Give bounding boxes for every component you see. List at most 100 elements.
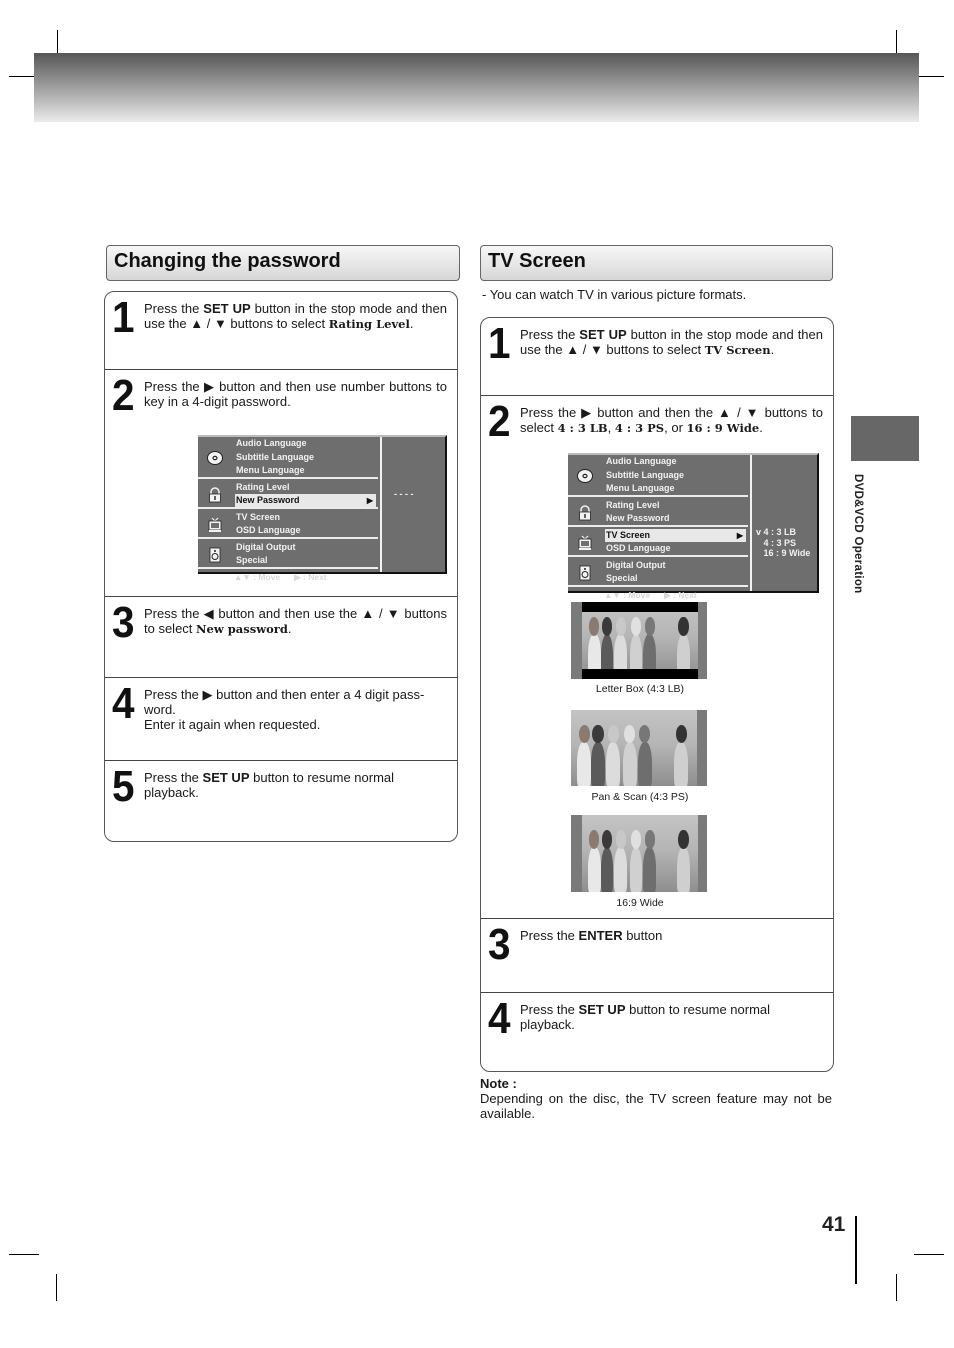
intro-text: - You can watch TV in various picture fo… <box>482 287 747 302</box>
osd-option[interactable]: 4 : 3 PS <box>756 538 797 549</box>
osd-menu-item-label: Rating Level <box>236 481 290 492</box>
osd-menu-item[interactable]: OSD Language <box>235 524 376 537</box>
osd-menu-item-label: OSD Language <box>236 525 301 535</box>
step-4: 4 Press the SET UP button to resume norm… <box>481 992 833 1071</box>
osd-menu-item[interactable]: Subtitle Language <box>605 469 746 482</box>
photo-figure-head <box>678 830 689 849</box>
picture-caption: Pan & Scan (4:3 PS) <box>591 791 689 803</box>
photo-figure-head <box>615 617 627 636</box>
osd-menu-item[interactable]: Menu Language <box>235 464 376 477</box>
crop-mark <box>896 1274 897 1301</box>
osd-group: Audio Language Subtitle Language Menu Lang… <box>568 455 748 497</box>
osd-menu-item[interactable]: New Password ▶ <box>235 494 376 507</box>
password-value: - - - - <box>394 489 414 499</box>
side-tab <box>851 416 919 461</box>
step-text: Press the ▶ button and then use number b… <box>144 379 447 409</box>
photo-figure <box>637 741 652 786</box>
note: Note : Depending on the disc, the TV scr… <box>480 1076 832 1121</box>
osd-menu-item[interactable]: TV Screen <box>235 511 376 524</box>
step-number: 5 <box>111 762 135 811</box>
step-4: 4 Press the ▶ button and then enter a 4 … <box>105 677 457 760</box>
osd-option[interactable]: 16 : 9 Wide <box>756 548 811 559</box>
osd-menu-item[interactable]: Rating Level <box>235 481 376 494</box>
step-number: 2 <box>487 397 511 446</box>
osd-value-panel: v 4 : 3 LB 4 : 3 PS 16 : 9 Wide <box>750 455 817 591</box>
osd-option[interactable]: v 4 : 3 LB <box>756 527 796 538</box>
picture-caption: Letter Box (4:3 LB) <box>595 683 685 695</box>
crop-mark <box>56 1274 57 1301</box>
note-text: Depending on the disc, the TV screen fea… <box>480 1091 832 1121</box>
osd-menu-item[interactable]: Audio Language <box>605 455 746 468</box>
note-label: Note : <box>480 1076 517 1091</box>
osd-footer-move: ▲▼ : Move <box>604 589 651 600</box>
step-number: 1 <box>487 319 511 368</box>
photo-scene <box>571 710 697 786</box>
osd-menu-item-label: Rating Level <box>606 499 660 510</box>
photo-figure <box>587 847 601 892</box>
osd-footer-next: ▶ : Next <box>664 589 697 600</box>
photo-figure <box>622 741 637 786</box>
osd-menu-list: Audio Language Subtitle Language Menu Lang… <box>198 437 378 582</box>
crop-mark <box>914 1254 944 1255</box>
osd-menu-item-label: Menu Language <box>606 483 675 493</box>
arrow-right-icon: ▶ <box>366 496 373 505</box>
photo-figure <box>577 741 592 786</box>
photo-figure <box>606 741 621 786</box>
osd-footer-next: ▶ : Next <box>294 571 327 582</box>
osd-menu-item-label: New Password <box>606 513 670 523</box>
osd-menu-item[interactable]: Special <box>605 572 746 585</box>
picture-letterbox <box>571 602 707 679</box>
osd-menu-list: Audio Language Subtitle Language Menu Lang… <box>568 455 748 600</box>
osd-menu-item-label: Special <box>236 555 268 565</box>
osd-menu-item-label: New Password <box>236 495 300 505</box>
osd-menu-item[interactable]: Rating Level <box>605 499 746 512</box>
osd-group: TV Screen ▶ OSD Language <box>568 528 748 557</box>
crop-mark <box>9 1254 39 1255</box>
step-1: 1 Press the SET UP button in the stop mo… <box>481 318 833 395</box>
osd-menu-item-label: Digital Output <box>236 541 296 552</box>
osd-menu-item[interactable]: Digital Output <box>235 541 376 554</box>
photo-figure-head <box>639 725 651 744</box>
osd-menu-item[interactable]: Special <box>235 554 376 567</box>
osd-menu-item[interactable]: Menu Language <box>605 482 746 495</box>
osd-menu-item[interactable]: New Password <box>605 512 746 525</box>
osd-group: Rating Level New Password <box>568 499 748 527</box>
photo-scene <box>582 602 698 679</box>
tv-icon <box>576 535 594 551</box>
osd-menu-item[interactable]: Audio Language <box>235 437 376 450</box>
photo-figure-head <box>601 617 613 636</box>
disc-icon <box>206 450 224 466</box>
step-number: 4 <box>487 994 511 1043</box>
photo-figure-head <box>644 617 656 636</box>
osd-menu-item[interactable]: TV Screen ▶ <box>605 528 746 542</box>
osd-menu-item-label: Digital Output <box>606 559 666 570</box>
chapter-label: DVD&VCD Operation <box>852 474 864 594</box>
osd-menu-item-label: Subtitle Language <box>236 451 315 462</box>
picture-panscan <box>571 710 707 786</box>
osd-menu-password: Audio Language Subtitle Language Menu Lang… <box>198 435 447 582</box>
osd-menu-item-label: OSD Language <box>606 543 671 553</box>
step-3: 3 Press the ◀ button and then use the ▲ … <box>105 596 457 677</box>
speaker-icon <box>576 565 594 581</box>
osd-menu-item[interactable]: Subtitle Language <box>235 451 376 464</box>
picture-wide <box>571 815 707 892</box>
letterbox-bar <box>582 602 698 612</box>
page-number: 41 <box>822 1213 846 1236</box>
photo-figure <box>629 847 643 892</box>
osd-group: Digital Output Special <box>568 559 748 587</box>
osd-menu-item-label: Menu Language <box>236 465 305 475</box>
photo-figure-head <box>644 830 656 849</box>
osd-group: Digital Output Special <box>198 541 378 569</box>
section-title-password: Changing the password <box>106 245 460 281</box>
step-text: Press the ◀ button and then use the ▲ / … <box>144 606 447 636</box>
osd-menu-item-label: Subtitle Language <box>606 469 685 480</box>
step-text: Press the ▶ button and then enter a 4 di… <box>144 687 425 732</box>
step-number: 3 <box>487 920 511 969</box>
osd-footer: ▲▼ : Move ▶ : Next <box>568 588 748 602</box>
section-title-tv-screen: TV Screen <box>480 245 833 281</box>
osd-menu-item-label: Audio Language <box>236 438 307 448</box>
photo-figure <box>643 847 657 892</box>
photo-scene <box>582 815 698 892</box>
osd-menu-item[interactable]: OSD Language <box>605 542 746 555</box>
osd-menu-item[interactable]: Digital Output <box>605 559 746 572</box>
